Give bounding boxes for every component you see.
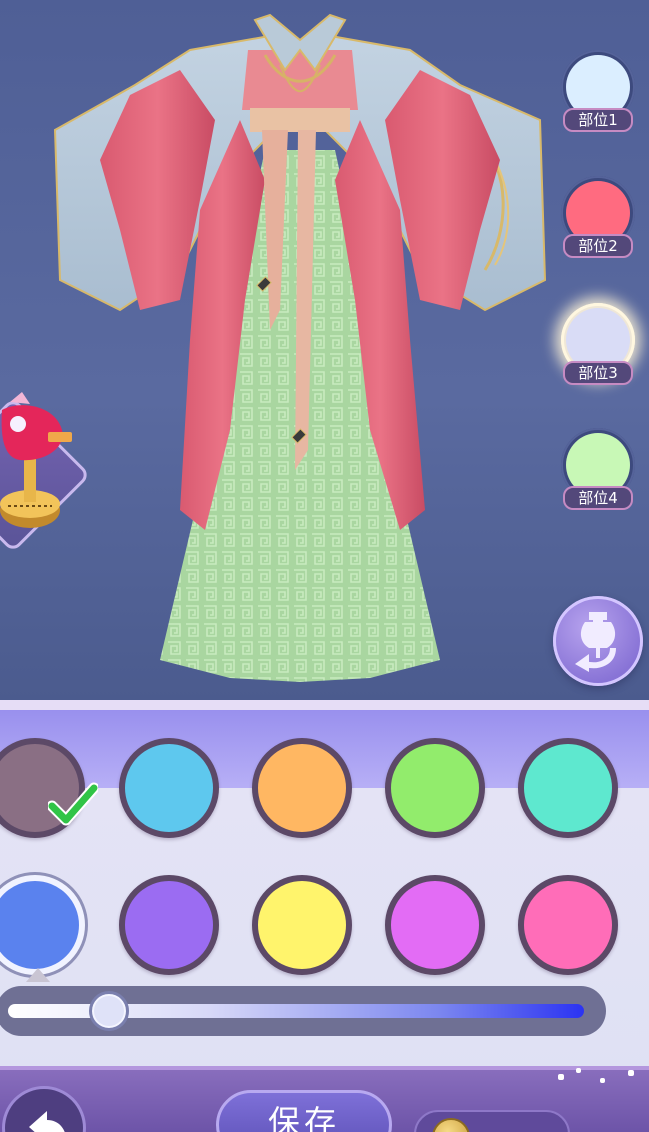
color-top-row-swatch-4[interactable] xyxy=(385,738,485,838)
part-selector-2[interactable]: 部位2 xyxy=(560,176,636,276)
sparkle-decoration xyxy=(558,1074,564,1080)
color-top-row-swatch-5[interactable] xyxy=(518,738,618,838)
hanfu-dress-preview xyxy=(53,13,547,682)
mannequin-swap-icon xyxy=(575,612,616,672)
color-top-row-swatch-2[interactable] xyxy=(119,738,219,838)
back-arrow-icon xyxy=(29,1111,65,1132)
part-selector-1[interactable]: 部位1 xyxy=(560,50,636,150)
color-bottom-row-swatch-4[interactable] xyxy=(385,875,485,975)
tailoring-tool-icon[interactable] xyxy=(0,390,80,540)
color-bottom-row-swatch-2[interactable] xyxy=(119,875,219,975)
part-selector-4[interactable]: 部位4 xyxy=(560,428,636,528)
sparkle-decoration xyxy=(600,1078,605,1083)
shade-slider-thumb[interactable] xyxy=(88,991,129,1031)
part-label: 部位1 xyxy=(563,108,633,132)
panel-edge xyxy=(0,700,649,710)
check-icon xyxy=(48,782,98,826)
bottom-toolbar: 保存 xyxy=(0,1066,649,1132)
sparkle-decoration xyxy=(576,1068,581,1073)
color-bottom-row-swatch-5[interactable] xyxy=(518,875,618,975)
coin-counter xyxy=(414,1110,570,1132)
coin-icon xyxy=(432,1118,470,1132)
sparkle-decoration xyxy=(628,1070,634,1076)
back-button[interactable] xyxy=(2,1086,86,1132)
part-selector-3[interactable]: 部位3 xyxy=(560,303,636,403)
selected-pointer xyxy=(26,968,50,982)
mannequin-swap-button[interactable] xyxy=(553,596,643,686)
save-button[interactable]: 保存 xyxy=(216,1090,392,1132)
toolbar-divider xyxy=(0,1066,649,1070)
part-label: 部位3 xyxy=(563,361,633,385)
part-label: 部位2 xyxy=(563,234,633,258)
part-label: 部位4 xyxy=(563,486,633,510)
color-top-row-swatch-3[interactable] xyxy=(252,738,352,838)
color-bottom-row-swatch-3[interactable] xyxy=(252,875,352,975)
